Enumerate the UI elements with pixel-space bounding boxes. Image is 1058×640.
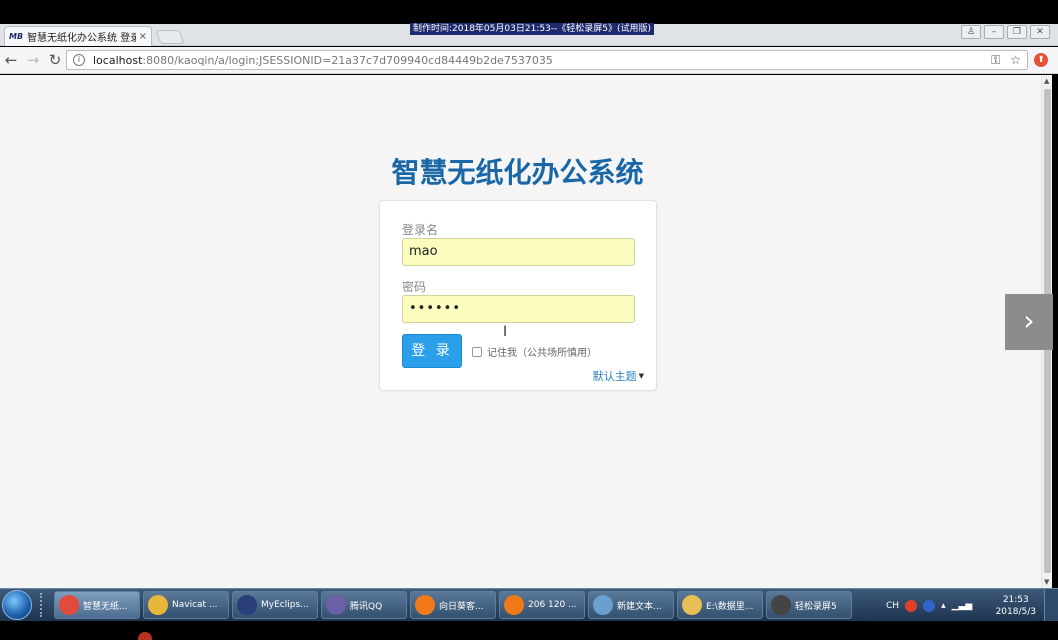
text-cursor-icon: I (503, 324, 508, 340)
taskbar-item[interactable]: 轻松录屏5 (766, 591, 852, 619)
caret-down-icon: ▼ (638, 372, 644, 380)
taskbar-grip (40, 593, 46, 617)
remember-me-checkbox[interactable] (472, 346, 482, 357)
restore-button[interactable]: ❐ (1007, 25, 1027, 39)
tab-title: 智慧无纸化办公系统 登录 (27, 33, 136, 44)
tray-expand-icon[interactable]: ▴ (941, 601, 946, 611)
next-slide-arrow-icon[interactable]: › (1005, 294, 1053, 350)
page-title: 智慧无纸化办公系统 (391, 156, 644, 189)
user-profile-button[interactable]: ♙ (961, 25, 981, 39)
password-label: 密码 (402, 280, 427, 294)
taskbar-item[interactable]: 新建文本... (588, 591, 674, 619)
taskbar-item[interactable]: Navicat ... (143, 591, 229, 619)
app-icon (771, 595, 791, 615)
taskbar-item-label: E:\数据里... (706, 601, 754, 612)
taskbar-item-label: 轻松录屏5 (795, 601, 837, 612)
app-icon (326, 595, 346, 615)
show-desktop-button[interactable] (1044, 589, 1058, 622)
url-path: :8080/kaoqin/a/login;JSESSIONID=21a37c7d… (142, 53, 553, 67)
taskbar-item-label: 腾讯QQ (350, 601, 383, 612)
app-icon (415, 595, 435, 615)
app-icon (237, 595, 257, 615)
app-icon (682, 595, 702, 615)
address-bar-icons: ⚿ ☆ (991, 53, 1021, 68)
window-controls: ♙ – ❐ ✕ (961, 25, 1050, 39)
app-icon (148, 595, 168, 615)
page-viewport: 智慧无纸化办公系统 登录名 mao 密码 •••••• 登 录 记住我（公共场所… (0, 75, 1041, 588)
clock-time: 21:53 (1002, 594, 1029, 605)
network-icon[interactable]: ▁▃▅ (952, 601, 973, 611)
taskbar-item[interactable]: 206 120 ... (499, 591, 585, 619)
taskbar-item[interactable]: 腾讯QQ (321, 591, 407, 619)
taskbar-item[interactable]: E:\数据里... (677, 591, 763, 619)
taskbar-item-label: 智慧无纸... (83, 601, 128, 612)
taskbar-item[interactable]: 向日葵客... (410, 591, 496, 619)
taskbar-item-label: 向日葵客... (439, 601, 484, 612)
login-button[interactable]: 登 录 (402, 334, 462, 368)
app-icon (59, 595, 79, 615)
recorder-watermark: 制作时间:2018年05月03日21:53--《轻松录屏5》(试用版) (410, 23, 655, 35)
remember-me-label: 记住我（公共场所慎用） (487, 348, 597, 359)
url-host: localhost (93, 53, 143, 67)
app-icon (593, 595, 613, 615)
start-button-icon[interactable] (2, 590, 32, 620)
ime-icon[interactable] (905, 599, 918, 612)
browser-tab-login[interactable]: MB 智慧无纸化办公系统 登录 × (4, 26, 152, 46)
taskbar-clock[interactable]: 21:53 2018/5/3 (996, 594, 1036, 618)
taskbar-item[interactable]: 智慧无纸... (54, 591, 140, 619)
info-icon[interactable]: i (73, 54, 85, 66)
taskbar-item-label: 新建文本... (617, 601, 662, 612)
remember-me[interactable]: 记住我（公共场所慎用） (472, 344, 597, 359)
star-icon[interactable]: ☆ (1010, 53, 1021, 68)
minimize-button[interactable]: – (984, 25, 1004, 39)
clock-date: 2018/5/3 (995, 606, 1036, 617)
taskbar-items: 智慧无纸... Navicat ... MyEclips... 腾讯QQ 向日葵客...… (54, 591, 855, 619)
reload-icon[interactable]: ↻ (44, 51, 66, 69)
language-indicator[interactable]: CH (886, 601, 899, 611)
windows-taskbar: 智慧无纸... Navicat ... MyEclips... 腾讯QQ 向日葵客...… (0, 588, 1058, 622)
forward-arrow-icon[interactable]: → (22, 51, 44, 69)
recorder-mark-icon (138, 632, 152, 640)
back-arrow-icon[interactable]: ← (0, 51, 22, 69)
key-icon[interactable]: ⚿ (991, 53, 1000, 68)
taskbar-item-label: 206 120 ... (528, 600, 577, 610)
address-bar[interactable]: i localhost:8080/kaoqin/a/login;JSESSION… (66, 50, 1028, 70)
login-form: 登录名 mao 密码 •••••• 登 录 记住我（公共场所慎用） 默认主题 ▼ (379, 200, 657, 391)
browser-toolbar: ← → ↻ i localhost:8080/kaoqin/a/login;JS… (0, 47, 1058, 74)
taskbar-item[interactable]: MyEclips... (232, 591, 318, 619)
system-tray: CH ▴ ▁▃▅ 21:53 2018/5/3 (878, 589, 1058, 622)
screen-bottom-edge (0, 621, 1058, 640)
tab-close-icon[interactable]: × (139, 31, 147, 42)
app-icon (504, 595, 524, 615)
window-close-button[interactable]: ✕ (1030, 25, 1050, 39)
site-favicon-icon: MB (9, 32, 24, 41)
username-label: 登录名 (402, 223, 439, 237)
new-tab-button[interactable] (155, 30, 185, 44)
scroll-up-icon[interactable]: ▲ (1044, 77, 1049, 85)
help-icon[interactable] (923, 599, 936, 612)
screen: 制作时间:2018年05月03日21:53--《轻松录屏5》(试用版) MB 智… (0, 0, 1058, 640)
taskbar-item-label: Navicat ... (172, 600, 218, 610)
taskbar-item-label: MyEclips... (261, 600, 309, 610)
extension-icon[interactable]: ⬆ (1034, 53, 1048, 67)
scroll-down-icon[interactable]: ▼ (1044, 578, 1049, 586)
password-input[interactable]: •••••• (402, 295, 635, 323)
username-input[interactable]: mao (402, 238, 635, 266)
theme-dropdown[interactable]: 默认主题 ▼ (593, 368, 644, 384)
theme-link-label: 默认主题 (592, 370, 637, 383)
